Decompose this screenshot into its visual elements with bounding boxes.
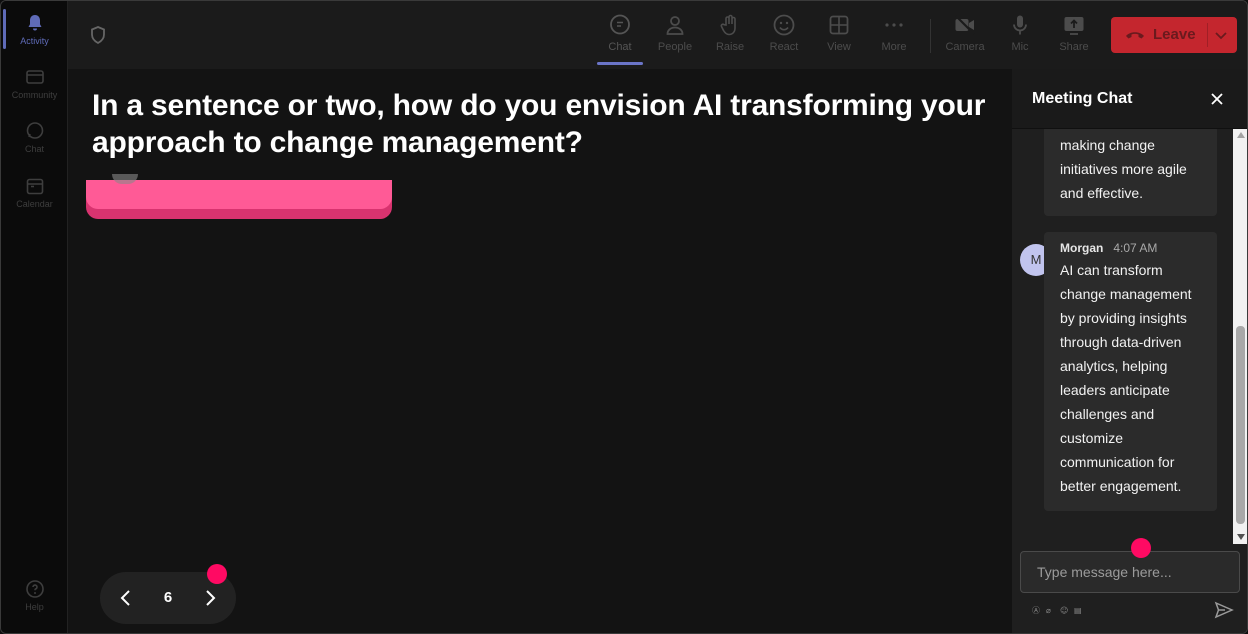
toolbar-share-button[interactable]: Share [1049, 13, 1099, 53]
community-icon [25, 70, 44, 84]
chat-message: making change initiatives more agile and… [1044, 129, 1217, 216]
toolbar-divider [930, 19, 931, 53]
response-card [86, 174, 392, 219]
toolbar-camera-button[interactable]: Camera [940, 13, 990, 53]
svg-text:Ⓐ: Ⓐ [1032, 606, 1040, 615]
rail-label-chat: Chat [24, 144, 44, 154]
toolbar-mic-label: Mic [1011, 41, 1029, 53]
svg-text:▤: ▤ [1074, 606, 1082, 615]
leave-button[interactable]: Leave [1111, 17, 1237, 53]
toolbar-chat-label: Chat [608, 41, 632, 53]
svg-text:⌀: ⌀ [1046, 606, 1051, 615]
leave-label: Leave [1153, 26, 1196, 43]
toolbar-chat-button[interactable]: Chat [595, 13, 645, 53]
left-rail: Activity Community Chat Calendar Help [1, 1, 68, 633]
slide-number: 6 [163, 589, 173, 606]
rail-label-help: Help [25, 602, 44, 612]
toolbar-people-button[interactable]: People [650, 13, 700, 53]
presentation-stage: In a sentence or two, how do you envisio… [68, 69, 1012, 633]
share-screen-icon [1064, 17, 1084, 35]
meeting-window: Activity Community Chat Calendar Help Ch… [0, 0, 1248, 634]
hand-icon [720, 14, 736, 36]
chat-message-time: 4:07 AM [1113, 241, 1158, 255]
format-options-icon[interactable]: Ⓐ ⌀ ☺ ▤ [1032, 604, 1092, 616]
chat-message-text: making change initiatives more agile and… [1060, 137, 1187, 201]
chevron-left-icon[interactable] [116, 588, 136, 608]
toolbar-raise-button[interactable]: Raise [705, 13, 755, 53]
toolbar-raise-label: Raise [715, 41, 745, 53]
rail-item-chat[interactable]: Chat [1, 121, 68, 154]
rail-item-community[interactable]: Community [1, 67, 68, 100]
cursor-marker [207, 564, 227, 584]
toolbar-mic-button[interactable]: Mic [995, 13, 1045, 53]
chat-message: Morgan 4:07 AM AI can transform change ma… [1044, 232, 1217, 511]
meeting-toolbar: Chat People Raise React View More Camera [68, 1, 1247, 69]
chat-message-author: Morgan [1060, 241, 1104, 255]
toolbar-camera-label: Camera [945, 41, 985, 53]
close-icon[interactable] [1209, 91, 1225, 107]
chat-title: Meeting Chat [1032, 90, 1133, 107]
rail-item-help[interactable]: Help [1, 579, 68, 612]
leave-separator [1207, 23, 1208, 47]
chat-bubble-icon [26, 122, 43, 139]
chat-message-text: AI can transform change management by pr… [1060, 262, 1192, 494]
cursor-marker [1131, 538, 1151, 558]
meeting-chat-panel: Meeting Chat making change initiatives m… [1012, 69, 1247, 633]
chat-message-input[interactable] [1020, 551, 1240, 593]
chat-active-indicator [597, 62, 643, 65]
toolbar-more-button[interactable]: More [869, 13, 919, 53]
bell-icon [28, 15, 41, 31]
toolbar-people-label: People [657, 41, 693, 53]
calendar-icon [26, 178, 43, 195]
help-icon [25, 580, 44, 598]
toolbar-react-label: React [769, 41, 799, 53]
toolbar-view-button[interactable]: View [814, 13, 864, 53]
scrollbar-thumb[interactable] [1236, 326, 1245, 524]
camera-off-icon [955, 15, 975, 35]
more-icon [885, 23, 903, 27]
scroll-down-arrow-icon[interactable] [1237, 534, 1245, 540]
rail-item-calendar[interactable]: Calendar [1, 176, 68, 209]
rail-label-community: Community [11, 90, 58, 100]
toolbar-view-label: View [827, 41, 851, 53]
chevron-down-icon[interactable] [1213, 27, 1229, 43]
people-icon [666, 16, 684, 35]
send-icon[interactable] [1214, 600, 1234, 620]
chat-scrollbar[interactable] [1233, 129, 1247, 544]
response-card-face [86, 180, 392, 209]
slide-question: In a sentence or two, how do you envisio… [92, 89, 986, 159]
hang-up-icon [1126, 32, 1144, 39]
rail-label-activity: Activity [20, 36, 49, 46]
toolbar-share-label: Share [1059, 41, 1089, 53]
toolbar-react-button[interactable]: React [759, 13, 809, 53]
shield-icon[interactable] [88, 25, 108, 45]
toolbar-more-label: More [881, 41, 907, 53]
rail-item-activity[interactable]: Activity [1, 13, 68, 46]
chat-icon [610, 14, 630, 35]
chat-message-list[interactable]: making change initiatives more agile and… [1012, 129, 1247, 544]
svg-text:☺: ☺ [1060, 606, 1068, 615]
rail-label-calendar: Calendar [16, 199, 53, 209]
chat-message-meta: Morgan 4:07 AM [1060, 238, 1201, 258]
microphone-icon [1013, 15, 1027, 35]
chevron-right-icon[interactable] [200, 588, 220, 608]
smiley-icon [773, 14, 795, 36]
scroll-up-arrow-icon[interactable] [1237, 132, 1245, 138]
grid-icon [829, 15, 849, 35]
chat-header: Meeting Chat [1012, 69, 1247, 129]
